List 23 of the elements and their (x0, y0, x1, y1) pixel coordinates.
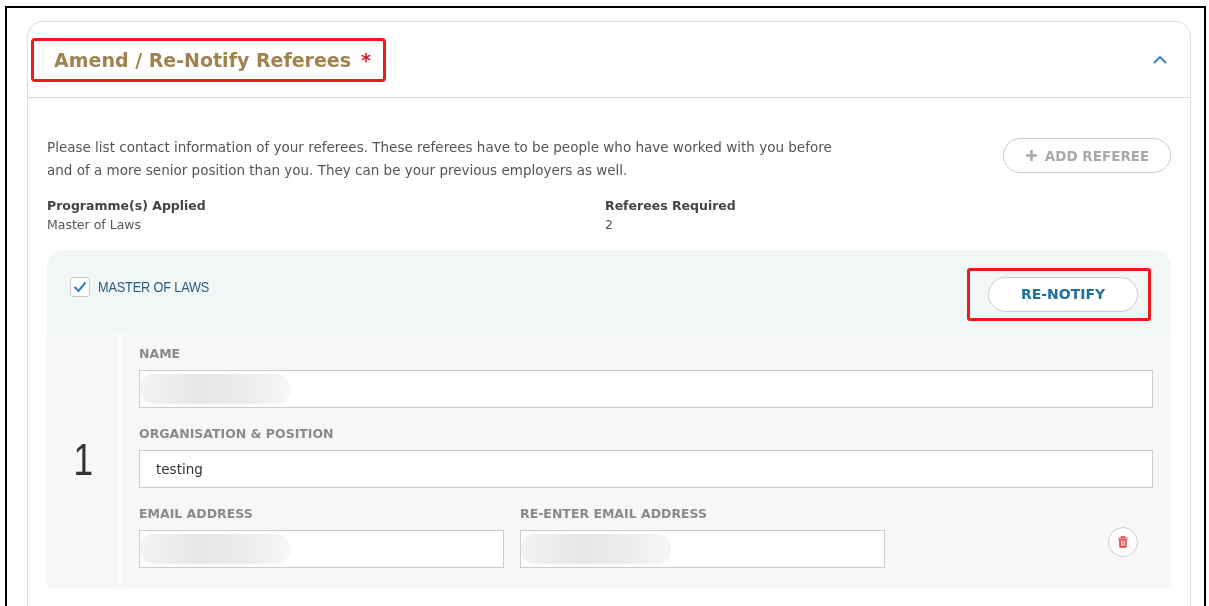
re-notify-button[interactable]: RE-NOTIFY (988, 276, 1138, 312)
info-label: Referees Required (605, 198, 737, 213)
delete-button[interactable] (1108, 527, 1138, 557)
referee-number: 1 (73, 435, 93, 485)
field-label: EMAIL ADDRESS (139, 506, 254, 521)
info-value: Master of Laws (47, 217, 143, 232)
info-label: Programme(s) Applied (47, 198, 207, 213)
collapse-chevron-icon[interactable] (1152, 54, 1168, 65)
required-mark: * (361, 48, 371, 71)
input-field[interactable] (520, 530, 885, 568)
checkbox[interactable] (70, 276, 90, 297)
input-field[interactable] (139, 530, 504, 568)
trash-icon (1118, 536, 1128, 548)
plus-icon (1024, 149, 1038, 162)
programme-name: MASTER OF LAWS (98, 278, 210, 295)
input-field[interactable]: testing (139, 450, 1153, 488)
field-label: ORGANISATION & POSITION (139, 426, 335, 441)
input-field[interactable] (139, 370, 1153, 408)
section-title: Amend / Re-Notify Referees (54, 48, 352, 71)
intro-text: Please list contact information of your referees. These referees have to be people who have worked with you before and of a more senior position than you. They can be your previous employers as well. (47, 138, 833, 180)
field-label: NAME (139, 346, 182, 361)
info-value: 2 (605, 217, 614, 232)
field-label: RE-ENTER EMAIL ADDRESS (520, 506, 709, 521)
